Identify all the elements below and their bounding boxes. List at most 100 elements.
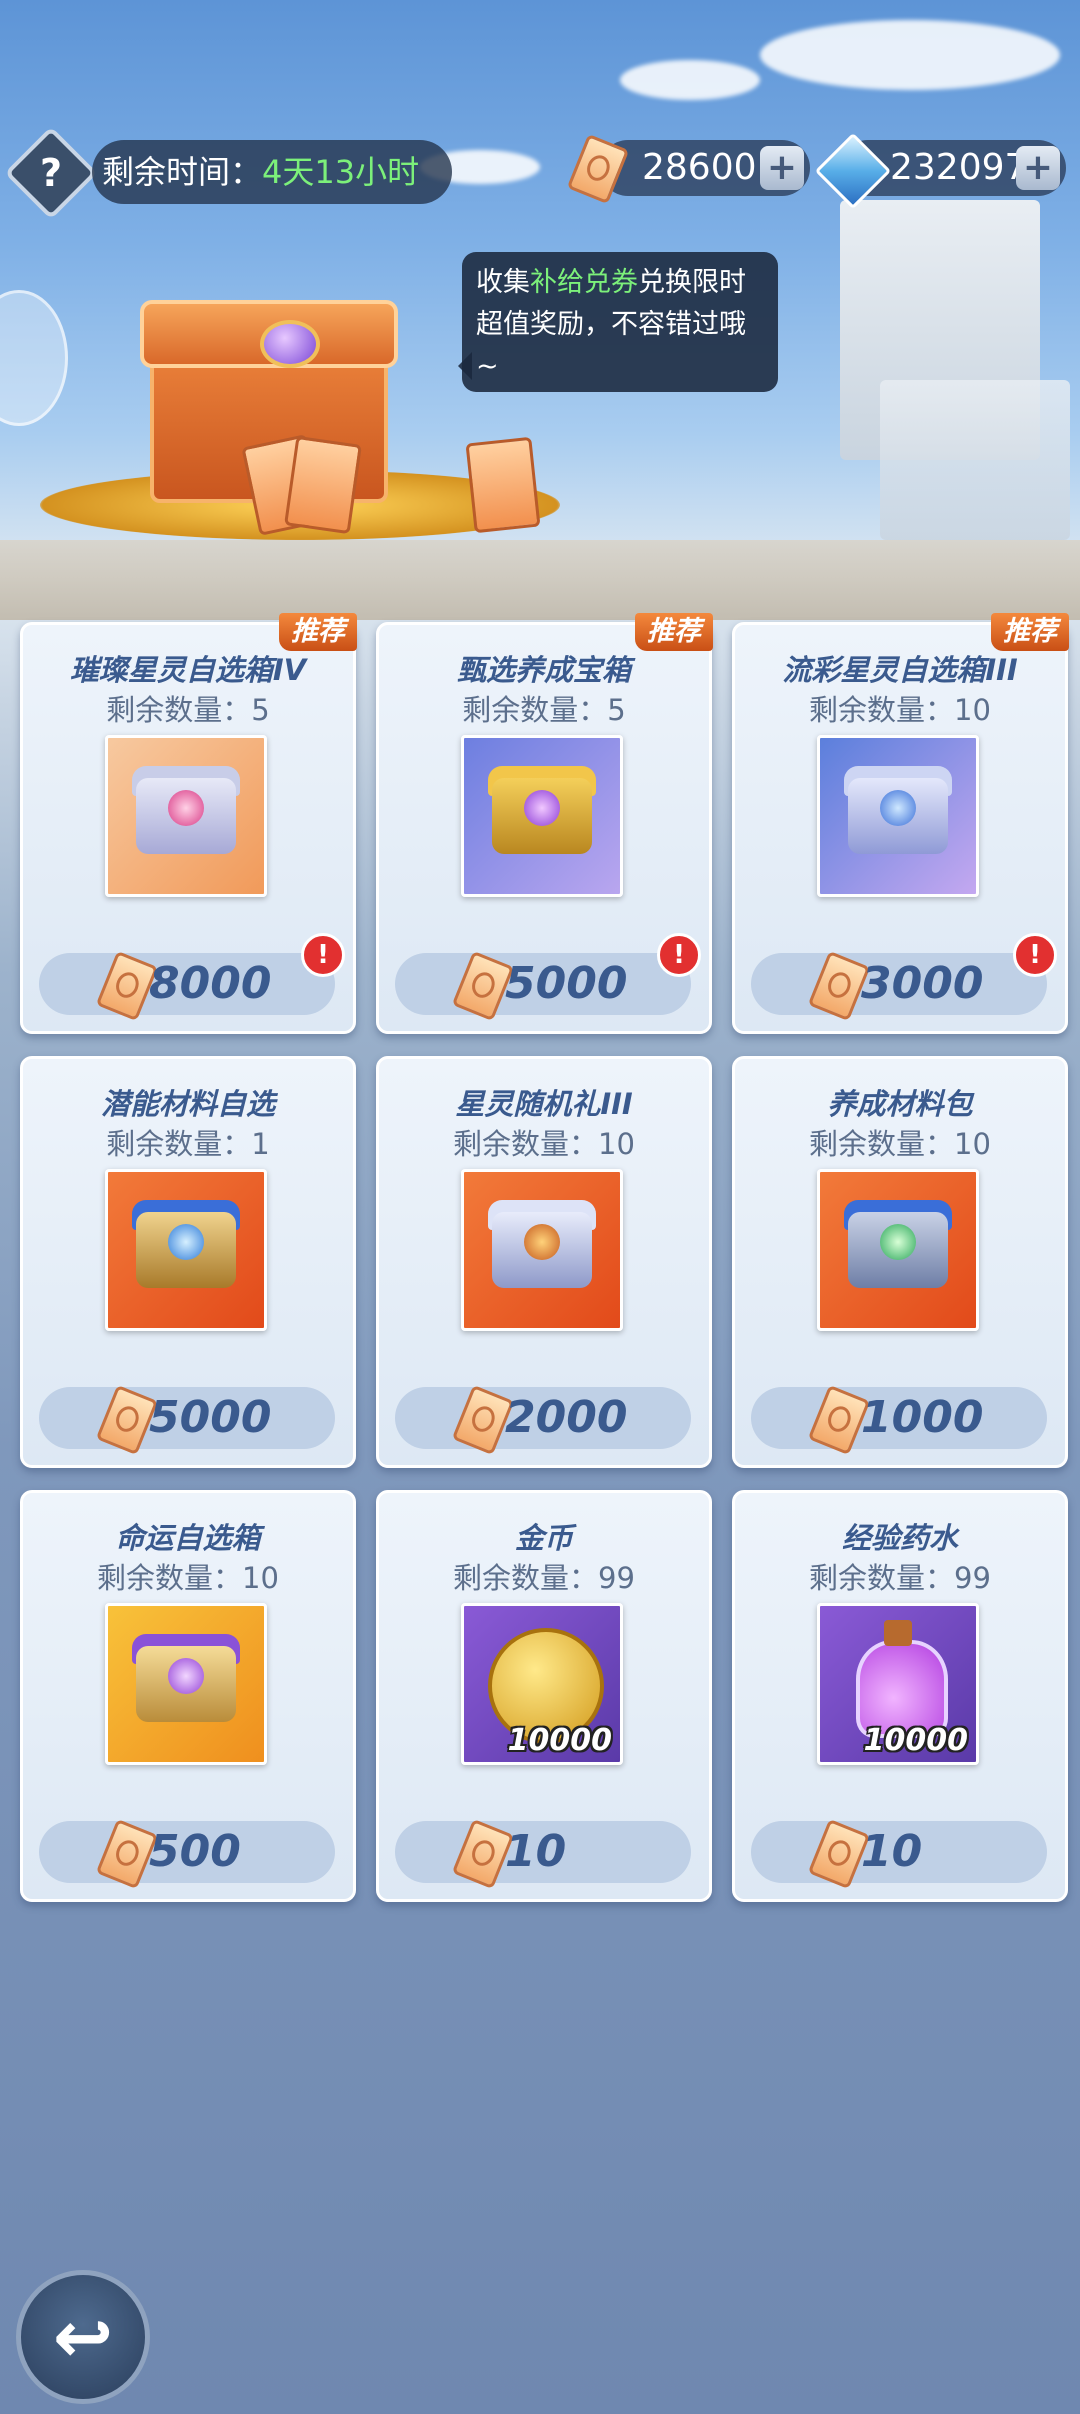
item-price: 8000 bbox=[149, 958, 272, 1009]
price-button[interactable]: 1000 bbox=[751, 1384, 1047, 1456]
item-remaining: 剩余数量：99 bbox=[379, 1555, 709, 1597]
qty-label: 剩余数量： bbox=[106, 1127, 252, 1161]
shop-item-card[interactable]: 潜能材料自选 剩余数量：1 5000 bbox=[20, 1056, 356, 1468]
qty-value: 10 bbox=[242, 1561, 279, 1595]
gem-icon bbox=[880, 1224, 916, 1260]
item-price: 1000 bbox=[861, 1392, 984, 1443]
gem-icon bbox=[168, 1224, 204, 1260]
item-image bbox=[105, 1169, 267, 1331]
price-button[interactable]: 10 bbox=[395, 1818, 691, 1890]
gem-icon bbox=[880, 790, 916, 826]
item-image bbox=[461, 735, 623, 897]
qty-label: 剩余数量： bbox=[453, 1127, 599, 1161]
tip-highlight: 补给兑券 bbox=[530, 267, 638, 298]
item-amount: 10000 bbox=[507, 1723, 612, 1758]
item-name: 星灵随机礼III bbox=[455, 1087, 633, 1121]
qty-value: 10 bbox=[954, 693, 991, 727]
shop-item-card[interactable]: 推荐 璀璨星灵自选箱IV 剩余数量：5 8000 ! bbox=[20, 613, 357, 1034]
item-name: 流彩星灵自选箱III bbox=[782, 653, 1018, 687]
qty-label: 剩余数量： bbox=[809, 1127, 955, 1161]
item-name: 金币 bbox=[514, 1521, 573, 1555]
item-image bbox=[817, 735, 979, 897]
item-price: 3000 bbox=[861, 958, 984, 1009]
add-diamonds-button[interactable]: + bbox=[1016, 146, 1060, 190]
diamond-amount: 232097 bbox=[890, 147, 1028, 188]
item-name: 经验药水 bbox=[841, 1521, 958, 1555]
alert-icon: ! bbox=[301, 933, 345, 977]
shop-item-card[interactable]: 经验药水 剩余数量：99 10000 10 bbox=[732, 1490, 1068, 1902]
price-button[interactable]: 10 bbox=[751, 1818, 1047, 1890]
price-button[interactable]: 5000 bbox=[395, 950, 691, 1022]
item-image bbox=[105, 1603, 267, 1765]
item-name: 命运自选箱 bbox=[115, 1521, 261, 1555]
qty-value: 99 bbox=[598, 1561, 635, 1595]
qty-value: 1 bbox=[251, 1127, 270, 1161]
qty-label: 剩余数量： bbox=[97, 1561, 243, 1595]
gem-icon bbox=[524, 790, 560, 826]
item-name: 养成材料包 bbox=[827, 1087, 973, 1121]
item-price: 5000 bbox=[149, 1392, 272, 1443]
question-icon[interactable]: ? bbox=[18, 140, 84, 206]
qty-value: 10 bbox=[954, 1127, 991, 1161]
shop-item-card[interactable]: 命运自选箱 剩余数量：10 500 bbox=[20, 1490, 356, 1902]
item-name: 甄选养成宝箱 bbox=[456, 653, 631, 687]
item-image bbox=[817, 1169, 979, 1331]
item-image: 10000 bbox=[461, 1603, 623, 1765]
alert-icon: ! bbox=[1013, 933, 1057, 977]
recommend-badge: 推荐 bbox=[991, 613, 1069, 651]
tip-bubble: 收集补给兑券兑换限时超值奖励，不容错过哦~ bbox=[458, 252, 778, 392]
qty-value: 99 bbox=[954, 1561, 991, 1595]
item-remaining: 剩余数量：5 bbox=[379, 687, 709, 729]
shop-item-card[interactable]: 推荐 甄选养成宝箱 剩余数量：5 5000 ! bbox=[376, 613, 713, 1034]
shop-item-card[interactable]: 养成材料包 剩余数量：10 1000 bbox=[732, 1056, 1068, 1468]
price-button[interactable]: 500 bbox=[39, 1818, 335, 1890]
item-amount: 10000 bbox=[863, 1723, 968, 1758]
back-arrow-icon[interactable]: ↩ bbox=[16, 2270, 150, 2404]
item-name: 璀璨星灵自选箱IV bbox=[69, 653, 307, 687]
qty-value: 5 bbox=[251, 693, 270, 727]
item-price: 2000 bbox=[505, 1392, 628, 1443]
item-name: 潜能材料自选 bbox=[100, 1087, 275, 1121]
shop-item-card[interactable]: 推荐 流彩星灵自选箱III 剩余数量：10 3000 ! bbox=[732, 613, 1069, 1034]
remaining-time: 剩余时间：4天13小时 bbox=[92, 140, 452, 204]
cloud bbox=[620, 60, 760, 100]
recommend-badge: 推荐 bbox=[279, 613, 357, 651]
item-image bbox=[461, 1169, 623, 1331]
shop-item-card[interactable]: 星灵随机礼III 剩余数量：10 2000 bbox=[376, 1056, 712, 1468]
gem-icon bbox=[524, 1224, 560, 1260]
item-remaining: 剩余数量：10 bbox=[23, 1555, 353, 1597]
item-remaining: 剩余数量：5 bbox=[23, 687, 353, 729]
item-image bbox=[105, 735, 267, 897]
qty-label: 剩余数量： bbox=[462, 693, 608, 727]
price-button[interactable]: 3000 bbox=[751, 950, 1047, 1022]
item-price: 5000 bbox=[505, 958, 628, 1009]
potion-cork-icon bbox=[884, 1620, 912, 1646]
item-remaining: 剩余数量：10 bbox=[735, 1121, 1065, 1163]
alert-icon: ! bbox=[657, 933, 701, 977]
price-button[interactable]: 8000 bbox=[39, 950, 335, 1022]
cloud bbox=[760, 20, 1060, 90]
qty-label: 剩余数量： bbox=[809, 1561, 955, 1595]
gem-icon bbox=[168, 1658, 204, 1694]
shop-item-card[interactable]: 金币 剩余数量：99 10000 10 bbox=[376, 1490, 712, 1902]
ticket-card bbox=[465, 436, 541, 534]
add-tickets-button[interactable]: + bbox=[760, 146, 804, 190]
ticket-card bbox=[284, 435, 362, 535]
qty-value: 10 bbox=[598, 1127, 635, 1161]
background-tower bbox=[880, 380, 1070, 540]
stone-platform bbox=[0, 540, 1080, 620]
item-remaining: 剩余数量：1 bbox=[23, 1121, 353, 1163]
ticket-balance: 28600 + bbox=[600, 140, 810, 196]
qty-value: 5 bbox=[607, 693, 626, 727]
timer-value: 4天13小时 bbox=[262, 153, 420, 191]
price-button[interactable]: 2000 bbox=[395, 1384, 691, 1456]
qty-label: 剩余数量： bbox=[453, 1561, 599, 1595]
gem-icon bbox=[168, 790, 204, 826]
price-button[interactable]: 5000 bbox=[39, 1384, 335, 1456]
item-price: 10 bbox=[505, 1826, 567, 1877]
side-menu-icon[interactable] bbox=[0, 290, 68, 426]
item-price: 10 bbox=[861, 1826, 923, 1877]
timer-label: 剩余时间： bbox=[102, 153, 263, 191]
ticket-amount: 28600 bbox=[642, 147, 757, 188]
item-price: 500 bbox=[149, 1826, 241, 1877]
